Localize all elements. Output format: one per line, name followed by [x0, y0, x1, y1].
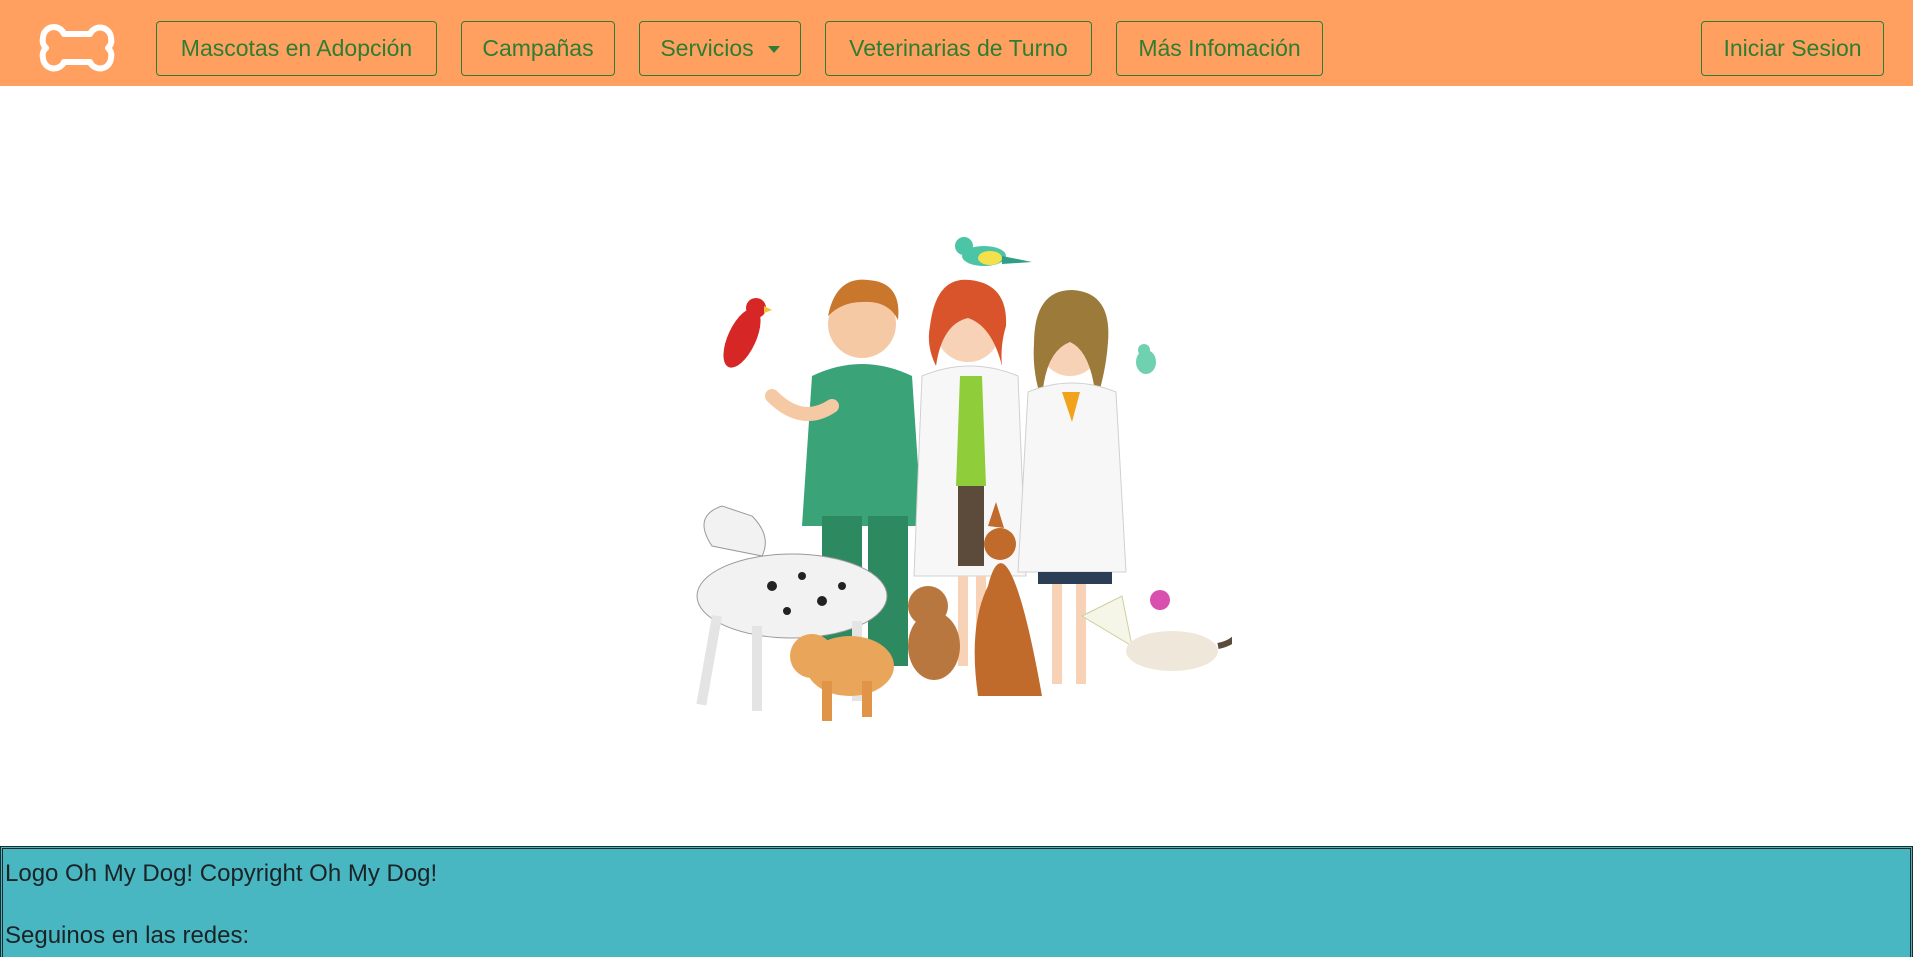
nav-servicios-dropdown[interactable]: Servicios: [639, 21, 801, 76]
nav-servicios-label: Servicios: [660, 35, 754, 61]
bone-icon[interactable]: [36, 22, 118, 74]
nav-mascotas-label: Mascotas en Adopción: [180, 35, 413, 61]
nav-campanas-label: Campañas: [482, 35, 594, 61]
footer-social-heading: Seguinos en las redes:: [5, 922, 250, 949]
footer-copyright: Logo Oh My Dog! Copyright Oh My Dog!: [5, 860, 438, 887]
nav-veterinarias-label: Veterinarias de Turno: [849, 35, 1068, 61]
nav-mascotas-en-adopcion[interactable]: Mascotas en Adopción: [156, 21, 437, 76]
nav-mas-informacion[interactable]: Más Infomación: [1116, 21, 1323, 76]
cat-with-cone-figure: [1080, 590, 1232, 671]
nav-campanas[interactable]: Campañas: [461, 21, 615, 76]
veterinarians-with-pets-illustration: [696, 237, 1232, 721]
nav-mas-informacion-label: Más Infomación: [1138, 35, 1301, 61]
golden-puppy-figure: [790, 634, 894, 721]
footer: Logo Oh My Dog! Copyright Oh My Dog! Seg…: [0, 846, 1913, 957]
nav-veterinarias-de-turno[interactable]: Veterinarias de Turno: [825, 21, 1092, 76]
caret-down-icon: [767, 46, 780, 53]
small-bird-icon: [1136, 344, 1156, 374]
navbar: Mascotas en Adopción Campañas Servicios …: [0, 0, 1913, 86]
red-parrot-icon: [723, 298, 772, 368]
login-button[interactable]: Iniciar Sesion: [1701, 21, 1884, 76]
login-label: Iniciar Sesion: [1723, 35, 1862, 61]
green-bird-icon: [955, 237, 1032, 266]
